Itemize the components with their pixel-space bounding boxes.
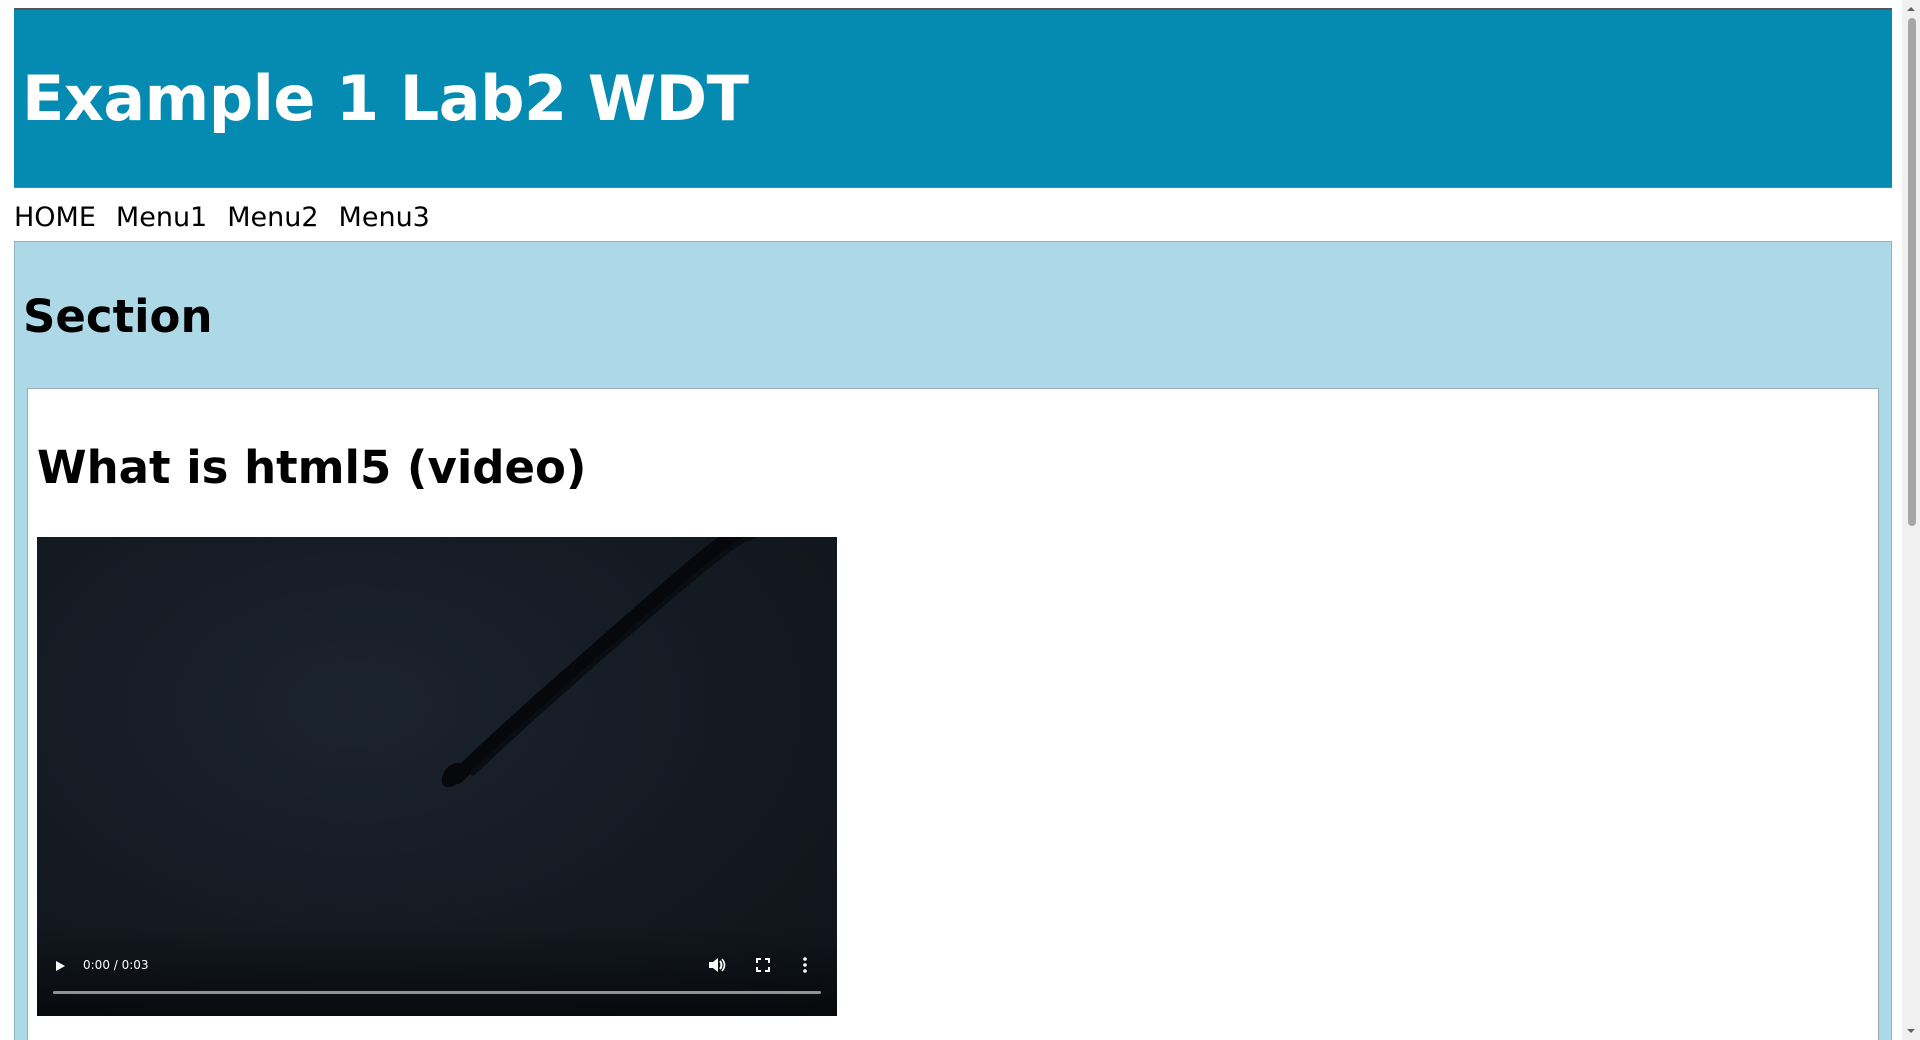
scrollbar-thumb[interactable] bbox=[1908, 18, 1916, 526]
page-title: Example 1 Lab2 WDT bbox=[22, 62, 749, 135]
nav-link-menu3[interactable]: Menu3 bbox=[339, 202, 430, 233]
content-section: Section What is html5 (video) 0:00 / 0:0… bbox=[14, 241, 1892, 1040]
play-icon[interactable] bbox=[53, 958, 67, 972]
main-nav: HOME Menu1 Menu2 Menu3 bbox=[14, 198, 450, 236]
page-header: Example 1 Lab2 WDT bbox=[14, 8, 1892, 188]
video-controls: 0:00 / 0:03 bbox=[37, 926, 837, 1016]
video-player[interactable]: 0:00 / 0:03 bbox=[37, 537, 837, 1016]
nav-link-home[interactable]: HOME bbox=[14, 202, 96, 233]
nav-link-menu2[interactable]: Menu2 bbox=[227, 202, 318, 233]
scroll-up-arrow-icon[interactable] bbox=[1902, 0, 1920, 18]
video-time-display: 0:00 / 0:03 bbox=[83, 958, 149, 972]
article-heading: What is html5 (video) bbox=[37, 441, 587, 494]
article-panel: What is html5 (video) 0:00 / 0:03 bbox=[27, 388, 1879, 1040]
browser-page: Example 1 Lab2 WDT HOME Menu1 Menu2 Menu… bbox=[0, 0, 1920, 1040]
nav-link-menu1[interactable]: Menu1 bbox=[116, 202, 207, 233]
vertical-scrollbar[interactable] bbox=[1902, 0, 1920, 1040]
video-progress-bar[interactable] bbox=[53, 991, 821, 994]
section-heading: Section bbox=[23, 290, 213, 343]
volume-icon[interactable] bbox=[707, 956, 727, 974]
more-options-icon[interactable] bbox=[801, 956, 809, 974]
scroll-down-arrow-icon[interactable] bbox=[1902, 1022, 1920, 1040]
fullscreen-icon[interactable] bbox=[755, 957, 771, 973]
